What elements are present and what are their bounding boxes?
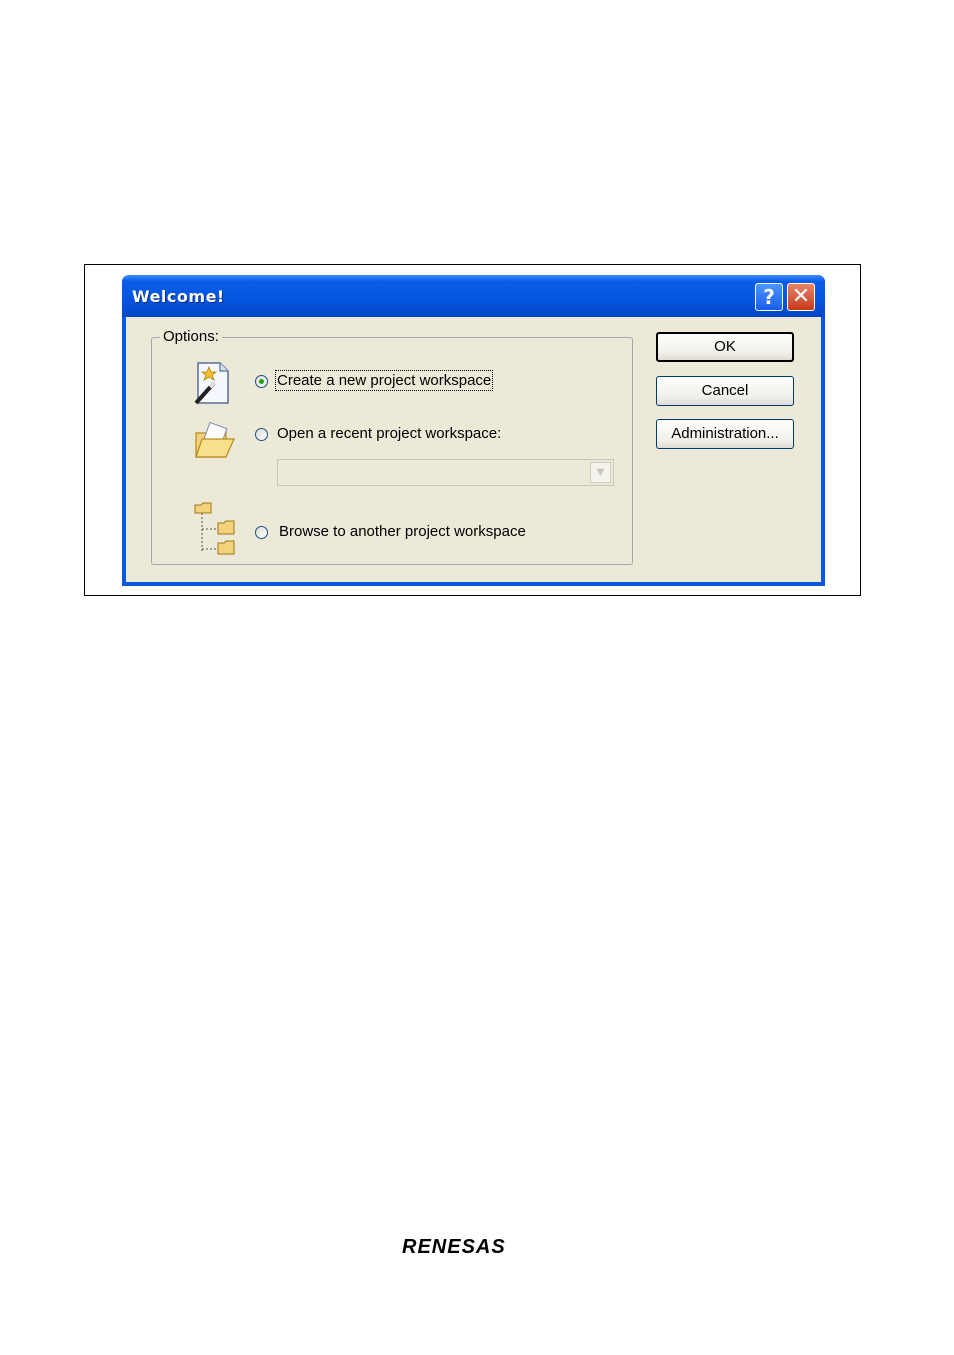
- ok-button[interactable]: OK: [656, 332, 794, 362]
- recent-workspace-combo[interactable]: ▼: [277, 459, 614, 486]
- title-bar[interactable]: Welcome! ? ✕: [122, 275, 825, 317]
- options-group-label: Options:: [160, 328, 222, 345]
- open-folder-icon: [195, 421, 235, 458]
- chevron-down-icon[interactable]: ▼: [590, 462, 611, 483]
- cancel-button[interactable]: Cancel: [656, 376, 794, 406]
- dialog-title: Welcome!: [132, 287, 225, 306]
- renesas-logo: RENESAS: [402, 1236, 506, 1258]
- dialog-client-area: Options: Create a new project workspace …: [126, 317, 821, 582]
- browse-radio[interactable]: [255, 526, 268, 539]
- create-new-radio[interactable]: [255, 375, 268, 388]
- create-new-label[interactable]: Create a new project workspace: [274, 370, 494, 391]
- browse-label[interactable]: Browse to another project workspace: [279, 523, 526, 540]
- close-button[interactable]: ✕: [787, 283, 815, 311]
- folder-tree-icon: [194, 502, 235, 555]
- new-project-wand-icon: [194, 362, 229, 405]
- open-recent-label[interactable]: Open a recent project workspace:: [277, 425, 501, 442]
- help-button[interactable]: ?: [755, 283, 783, 311]
- open-recent-radio[interactable]: [255, 428, 268, 441]
- welcome-dialog: Welcome! ? ✕ Options: Create a new proje…: [122, 275, 825, 586]
- administration-button[interactable]: Administration...: [656, 419, 794, 449]
